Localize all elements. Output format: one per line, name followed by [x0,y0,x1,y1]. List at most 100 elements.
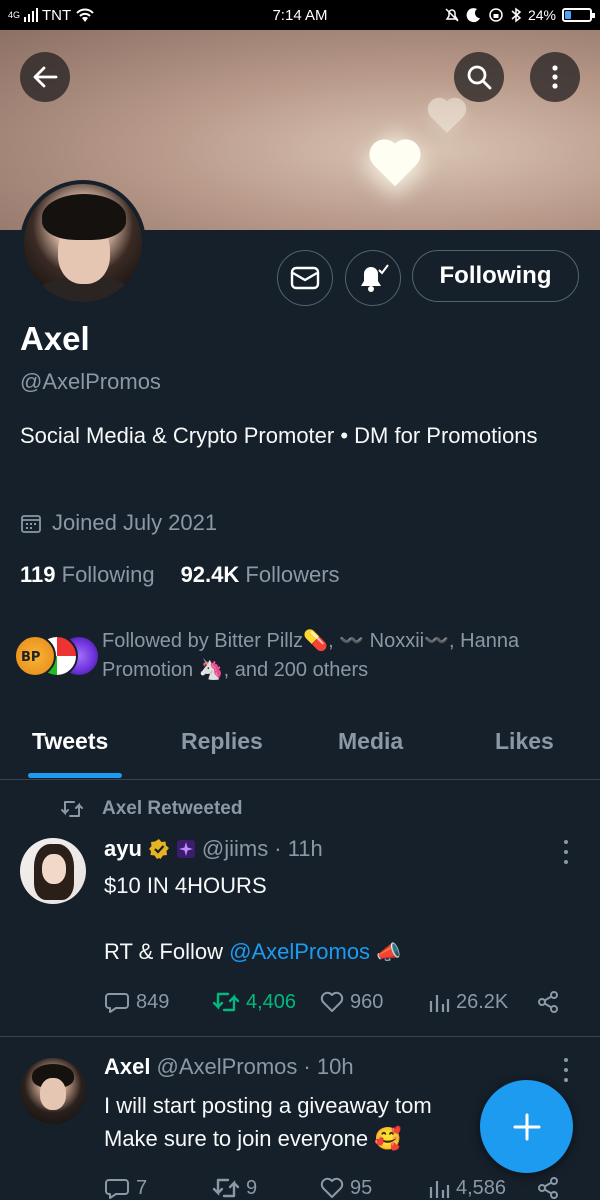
tweet-text: I will start posting a giveaway tom Make… [104,1089,432,1155]
followed-by[interactable]: BP Followed by Bitter Pillz💊, 〰️ Noxxii〰… [14,627,582,685]
calendar-icon [21,515,41,533]
avatar-face [40,1078,66,1110]
reply-button[interactable]: 7 [104,1176,212,1200]
tweet-time: · 11h [274,836,323,861]
bitter-pillz-logo: BP [21,650,40,664]
joined-date: Joined July 2021 [20,510,217,536]
compose-plus-icon [513,1113,540,1140]
back-button[interactable] [20,52,70,102]
verified-badge-icon [148,839,169,859]
like-count: 95 [350,1176,373,1199]
reply-count: 7 [136,1176,148,1199]
mention-link[interactable]: @AxelPromos [229,939,370,964]
status-bar: 4G TNT 7:14 AM 24% [0,0,600,30]
following-count: 119 [20,562,56,587]
message-button[interactable] [277,250,333,306]
tweet-header: ayu @jiims · 11h [104,836,323,862]
followers-label: Followers [245,562,340,587]
followers-count: 92.4K [180,562,240,587]
followed-by-text: Followed by Bitter Pillz💊, 〰️ Noxxii〰️, … [102,630,520,681]
svg-text:BP: BP [21,650,40,664]
reply-count: 849 [136,990,170,1013]
like-icon [320,1177,344,1198]
retweet-button[interactable]: 9 [212,1177,320,1200]
views-button[interactable]: 4,586 [428,1177,536,1200]
like-icon [320,991,344,1012]
reply-icon [105,1179,129,1199]
battery-percent: 24% [527,7,556,23]
tab-replies[interactable]: Replies [181,728,263,755]
retweet-count: 4,406 [246,990,297,1013]
retweet-icon [212,992,240,1012]
tweet-avatar[interactable] [20,1058,86,1124]
more-options-button[interactable] [530,52,580,102]
follow-stats: 119 Following 92.4K Followers [20,562,340,588]
following-label: Following [61,562,155,587]
alarm-off-icon [445,8,459,22]
avatar-hair [42,194,126,240]
profile-tabs: Tweets Replies Media Likes [0,712,600,780]
share-button[interactable] [536,990,560,1014]
profile-avatar[interactable] [20,180,146,306]
banner-heart-light [431,101,463,133]
wifi-icon [76,8,94,22]
battery-fill [565,11,572,19]
mail-icon [290,266,320,290]
profile-name: Axel [20,320,90,357]
tweet-actions: 849 4,406 960 26.2K [104,990,560,1014]
followed-by-avatars: BP [14,627,102,683]
tab-media[interactable]: Media [338,728,403,755]
tweet-text: $10 IN 4HOURS RT & Follow @AxelPromos 📣 [104,869,401,970]
views-icon [429,995,450,1012]
search-button[interactable] [454,52,504,102]
followers-stat[interactable]: 92.4K Followers [181,562,340,588]
clock: 7:14 AM [272,6,328,24]
profile-bio: Social Media & Crypto Promoter • DM for … [20,423,538,448]
like-button[interactable]: 960 [320,991,428,1014]
bluetooth-icon [511,7,522,23]
more-vertical-icon [552,65,558,89]
tweet-text-line: Make sure to join everyone 🥰 [104,1126,402,1151]
views-button[interactable]: 26.2K [428,991,536,1014]
share-button[interactable] [536,1176,560,1200]
notification-bell-icon [361,264,389,292]
tweet-text-line: RT & Follow @AxelPromos 📣 [104,935,401,970]
megaphone-emoji: 📣 [376,942,402,964]
like-count: 960 [350,990,384,1013]
views-count: 26.2K [456,990,509,1013]
active-tab-indicator [28,773,122,778]
compose-tweet-button[interactable] [480,1080,573,1173]
notifications-button[interactable] [345,250,401,306]
tweet-time: · 10h [303,1054,354,1079]
tweet-header: Axel @AxelPromos · 10h [104,1054,354,1080]
like-button[interactable]: 95 [320,1177,428,1200]
battery-icon [562,8,595,22]
tweet-author-name[interactable]: ayu [104,836,142,862]
retweet-button[interactable]: 4,406 [212,991,320,1014]
following-button[interactable]: Following [412,250,579,302]
avatar-face [42,854,66,884]
views-icon [429,1181,450,1198]
carrier-name: TNT [42,6,72,24]
banner-heart-light [373,143,417,187]
tweet-text-line: I will start posting a giveaway tom [104,1093,432,1118]
tab-tweets[interactable]: Tweets [32,728,108,755]
sparkle-emoji-icon [176,840,195,858]
moon-icon [466,8,480,23]
following-stat[interactable]: 119 Following [20,562,155,588]
tweet-divider [0,1036,600,1037]
tweet-author-handle[interactable]: @jiims [202,836,268,862]
views-count: 4,586 [456,1176,507,1199]
tweet-actions: 7 9 95 4,586 [104,1176,560,1200]
tweet-author-name[interactable]: Axel [104,1054,150,1080]
reply-icon [105,993,129,1013]
reply-button[interactable]: 849 [104,990,212,1014]
tweet-avatar[interactable] [20,838,86,904]
tweet-text-prefix: RT & Follow [104,939,230,964]
tweet-author-handle[interactable]: @AxelPromos [156,1054,297,1080]
tweet-more-button[interactable] [556,840,576,864]
tab-likes[interactable]: Likes [495,728,554,755]
tweet-more-button[interactable] [556,1058,576,1082]
share-icon [538,991,558,1013]
joined-text: Joined July 2021 [52,510,218,535]
